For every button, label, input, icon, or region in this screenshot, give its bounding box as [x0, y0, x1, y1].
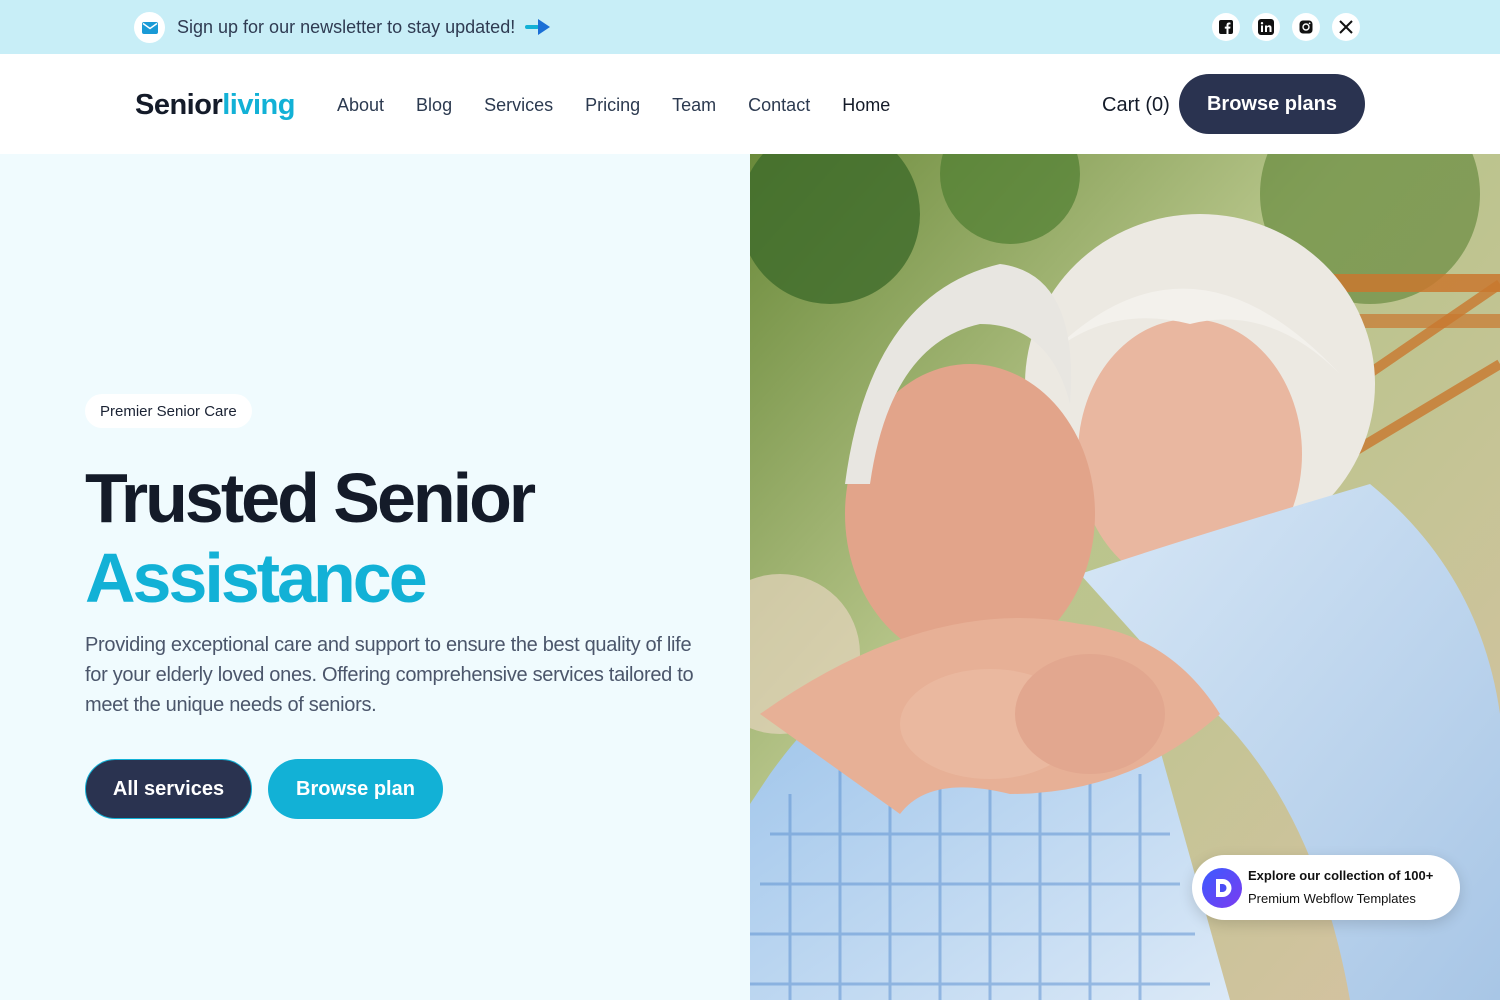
facebook-icon[interactable] — [1212, 13, 1240, 41]
instagram-icon[interactable] — [1292, 13, 1320, 41]
main-header: Seniorliving About Blog Services Pricing… — [0, 54, 1500, 154]
main-nav: About Blog Services Pricing Team Contact… — [337, 94, 890, 116]
browse-plan-button[interactable]: Browse plan — [268, 759, 443, 819]
arrow-right-icon[interactable] — [525, 18, 551, 36]
nav-item-blog[interactable]: Blog — [416, 94, 452, 116]
browse-plans-button[interactable]: Browse plans — [1179, 74, 1365, 134]
newsletter-link[interactable]: Sign up for our newsletter to stay updat… — [177, 16, 515, 38]
cart-link[interactable]: Cart (0) — [1102, 92, 1170, 118]
nav-item-home[interactable]: Home — [842, 94, 890, 116]
promo-subtitle: Premium Webflow Templates — [1248, 891, 1416, 906]
promo-card[interactable]: Explore our collection of 100+ Premium W… — [1192, 855, 1460, 920]
x-icon[interactable] — [1332, 13, 1360, 41]
nav-item-pricing[interactable]: Pricing — [585, 94, 640, 116]
nav-item-about[interactable]: About — [337, 94, 384, 116]
hero-badge: Premier Senior Care — [85, 394, 252, 428]
nav-item-contact[interactable]: Contact — [748, 94, 810, 116]
mail-icon — [134, 12, 165, 43]
hero-title-line2: Assistance — [85, 539, 428, 617]
site-logo[interactable]: Seniorliving — [135, 88, 295, 122]
promo-title: Explore our collection of 100+ — [1248, 868, 1434, 883]
linkedin-icon[interactable] — [1252, 13, 1280, 41]
hero-description: Providing exceptional care and support t… — [85, 634, 694, 716]
nav-item-services[interactable]: Services — [484, 94, 553, 116]
social-links — [1212, 13, 1360, 41]
nav-item-team[interactable]: Team — [672, 94, 716, 116]
newsletter-bar: Sign up for our newsletter to stay updat… — [0, 0, 1500, 54]
hero-title-line1: Trusted Senior — [85, 459, 536, 537]
all-services-button[interactable]: All services — [85, 759, 252, 819]
brand-logo-icon — [1202, 868, 1242, 908]
